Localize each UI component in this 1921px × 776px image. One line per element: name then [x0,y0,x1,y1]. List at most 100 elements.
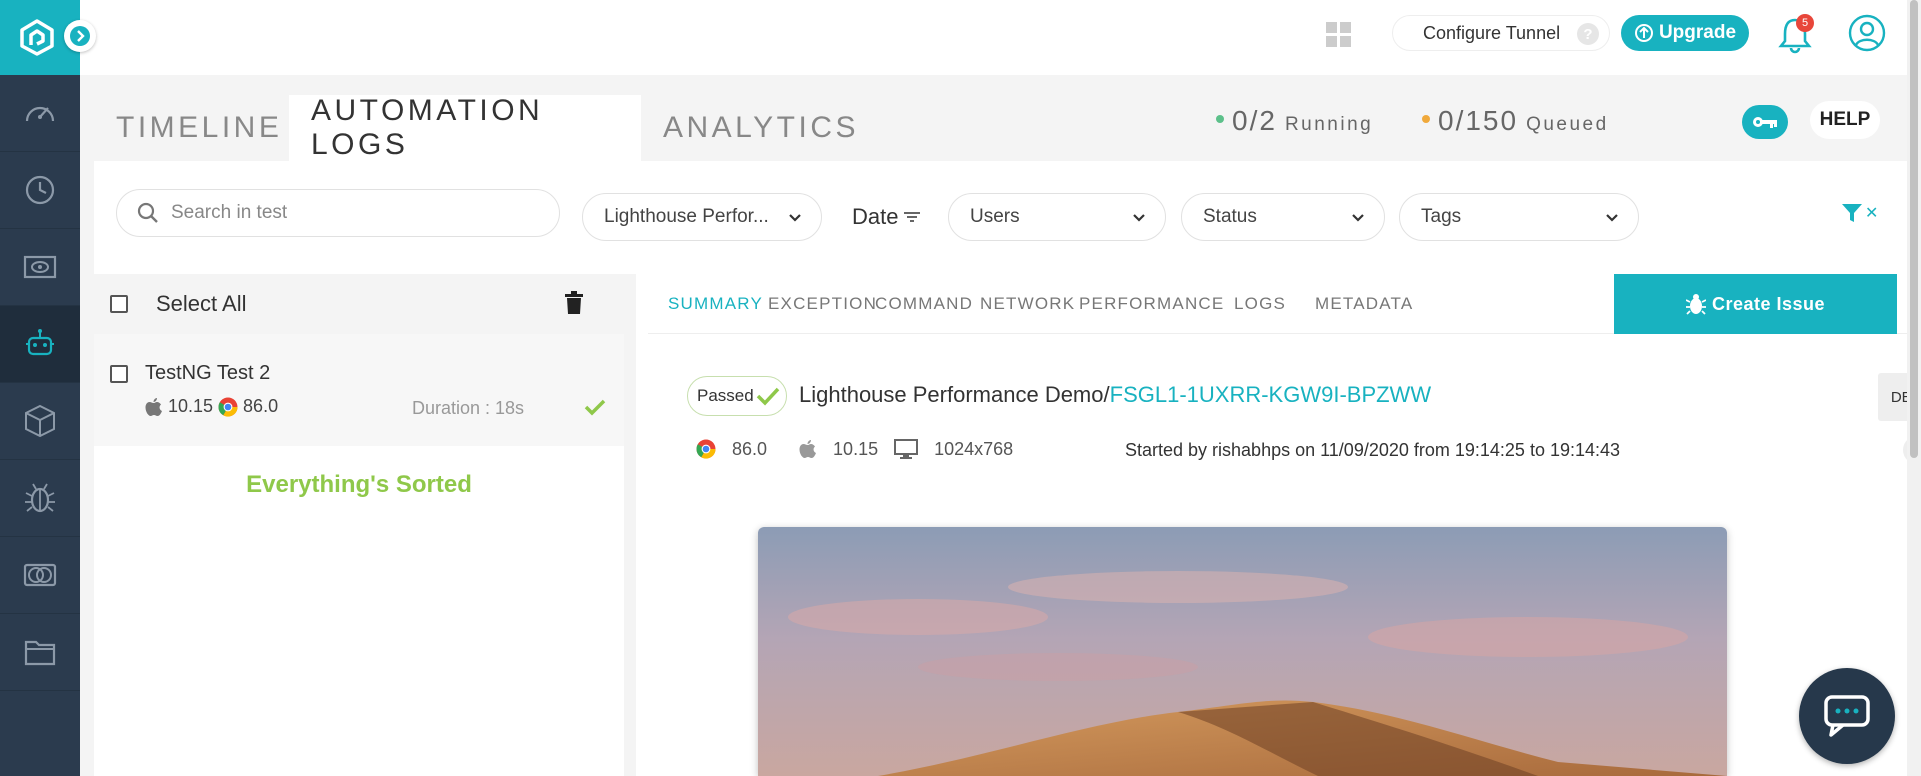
test-duration: Duration : 18s [412,398,525,418]
chevron-down-icon [789,214,801,222]
notification-count-badge: 5 [1796,14,1814,32]
chat-support-button[interactable] [1799,668,1895,764]
apps-grid-icon[interactable] [1326,22,1352,48]
os-version: 10.15 [168,396,214,416]
lambdatest-logo-icon [20,19,54,56]
select-all-checkbox[interactable] [110,295,128,313]
dashboard-gauge-icon [25,106,55,122]
sidebar-item-integrations[interactable] [0,383,80,460]
status-select[interactable]: Status [1181,193,1385,241]
build-select[interactable]: Lighthouse Perfor... [582,193,822,241]
sort-icon [904,212,921,222]
create-issue-label: Create Issue [1711,293,1826,314]
test-title: Lighthouse Performance Demo/FSGL1-1UXRR-… [799,382,1431,408]
status-badge-label: Passed [697,386,754,405]
detail-browser-version: 86.0 [732,438,768,459]
search-input[interactable] [171,202,531,224]
eye-screen-icon [23,255,57,279]
tags-select[interactable]: Tags [1399,193,1639,241]
chrome-icon [218,397,238,417]
running-label: Running [1284,114,1374,135]
sidebar-item-files[interactable] [0,614,80,691]
clear-filters-button[interactable]: ✕ [1841,202,1878,224]
queued-status: 0/150 Queued [1422,105,1609,137]
trash-icon[interactable] [564,291,584,315]
tab-network[interactable]: NETWORK [980,294,1075,314]
check-icon [584,399,606,416]
sidebar-item-compare[interactable] [0,537,80,614]
desert-wallpaper-image [758,527,1727,776]
chevron-down-icon [1606,214,1618,222]
search-box[interactable] [116,189,560,237]
top-bar: Configure Tunnel ? Upgrade 5 [80,0,1921,75]
tab-timeline[interactable]: TIMELINE [94,95,304,161]
tab-summary[interactable]: SUMMARY [668,294,763,314]
test-list: Select All TestNG Test 2 10.15 86.0 Dura… [94,274,636,776]
test-id-link[interactable]: FSGL1-1UXRR-KGW9I-BPZWW [1110,382,1431,407]
sidebar-item-realtime[interactable] [0,152,80,229]
tab-exception[interactable]: EXCEPTION [768,294,877,314]
queued-count: 0/150 [1438,105,1519,136]
chrome-icon [696,439,716,459]
date-sort-label: Date [852,204,899,229]
queued-label: Queued [1526,114,1609,135]
clock-icon [25,175,55,205]
upgrade-arrow-icon [1634,24,1653,42]
close-icon: ✕ [1865,205,1879,222]
status-select-value: Status [1203,206,1257,227]
users-select[interactable]: Users [948,193,1166,241]
test-video-preview[interactable] [758,527,1727,776]
date-sort-button[interactable]: Date [852,204,922,230]
tab-metadata[interactable]: METADATA [1315,294,1413,314]
test-meta: 10.15 86.0 [145,396,278,417]
running-status: 0/2 Running [1216,105,1373,137]
running-count: 0/2 [1232,105,1277,136]
tab-automation-logs[interactable]: AUTOMATION LOGS [289,94,641,161]
notifications-button[interactable]: 5 [1776,14,1814,59]
build-name: Lighthouse Performance Demo/ [799,382,1110,407]
create-issue-button[interactable]: Create Issue [1614,274,1897,334]
tab-analytics[interactable]: ANALYTICS [641,95,881,161]
check-icon [756,387,779,406]
started-info: Started by rishabhps on 11/09/2020 from … [1125,440,1621,460]
test-name: TestNG Test 2 [145,362,271,384]
automation-logs-panel: Lighthouse Perfor... Date Users Status T… [94,161,1921,776]
sidebar-item-visual[interactable] [0,229,80,306]
page-scrollbar[interactable] [1907,0,1921,776]
configure-tunnel-label: Configure Tunnel [1423,22,1561,43]
detail-resolution: 1024x768 [934,438,1014,459]
sidebar-item-issues[interactable] [0,460,80,537]
select-all-label: Select All [156,291,247,316]
bug-icon [25,483,55,513]
upgrade-button[interactable]: Upgrade [1621,15,1749,51]
configure-tunnel-button[interactable]: Configure Tunnel ? [1392,15,1610,51]
tunnel-help-icon[interactable]: ? [1577,23,1599,45]
help-button[interactable]: HELP [1810,101,1880,139]
sidebar-item-dashboard[interactable] [0,75,80,152]
bug-icon [1685,294,1706,315]
user-profile-icon[interactable] [1848,14,1886,52]
chevron-down-icon [1352,214,1364,222]
tab-logs[interactable]: LOGS [1234,294,1286,314]
tags-select-value: Tags [1421,206,1462,227]
empty-list-message: Everything's Sorted [246,471,472,498]
test-checkbox[interactable] [110,365,128,383]
sidebar-expand-button[interactable] [64,20,96,52]
compare-icon [23,563,57,587]
chevron-right-icon [70,26,90,46]
tab-performance[interactable]: PERFORMANCE [1079,294,1224,314]
tab-command[interactable]: COMMAND [875,294,973,314]
environment-info: 86.0 10.15 1024x768 [696,438,1013,460]
sidebar-item-automation[interactable] [0,306,80,383]
robot-icon [26,329,54,356]
apple-icon [799,440,817,458]
browser-version: 86.0 [243,396,279,416]
folder-icon [24,640,56,666]
build-select-value: Lighthouse Perfor... [604,206,769,227]
list-item[interactable]: TestNG Test 2 10.15 86.0 Duration : 18s [94,334,624,446]
access-key-button[interactable] [1742,105,1788,139]
scrollbar-thumb[interactable] [1910,0,1918,458]
filter-icon [1842,204,1862,222]
monitor-icon [894,439,919,459]
detail-os-version: 10.15 [833,438,879,459]
